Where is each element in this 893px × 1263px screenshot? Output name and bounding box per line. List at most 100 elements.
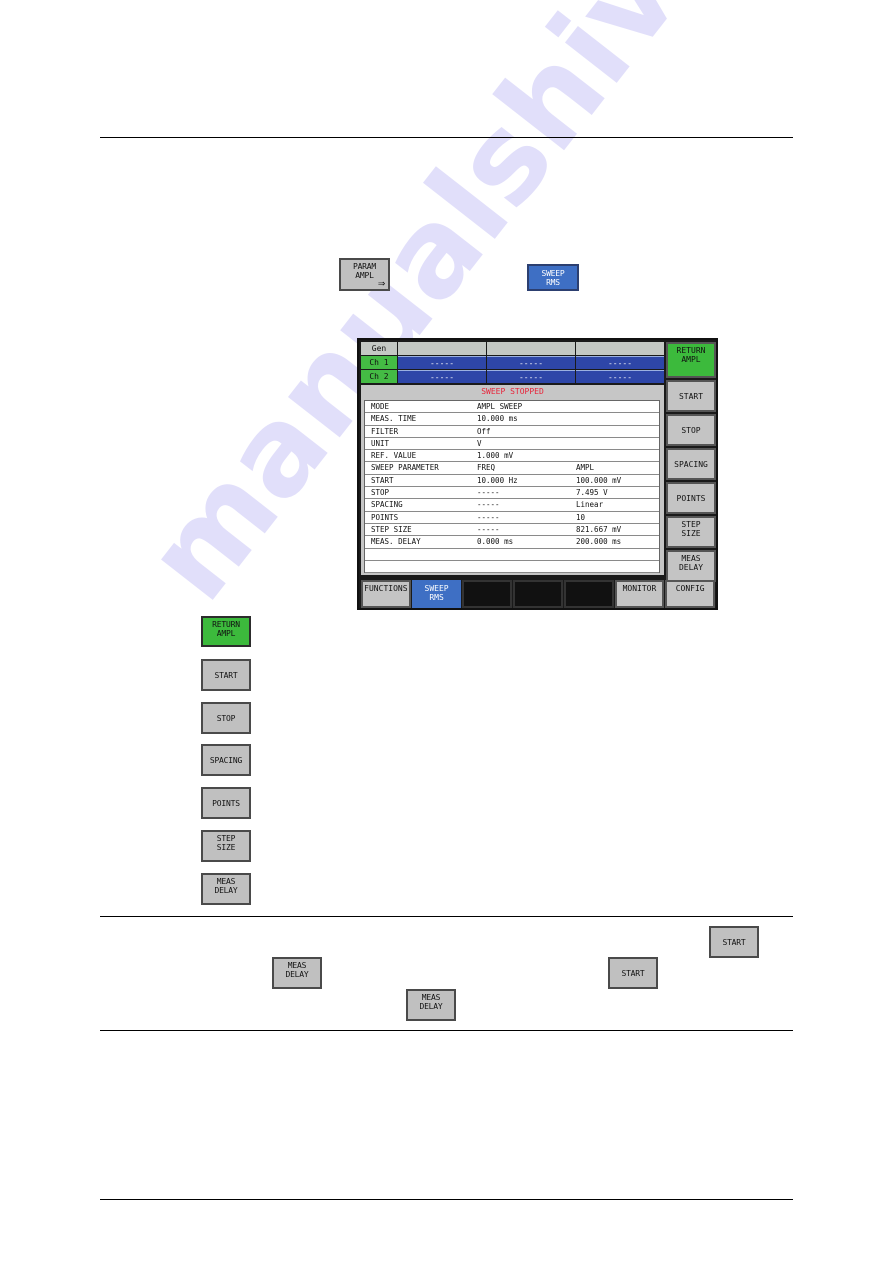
- legend-button-label: AMPL: [216, 629, 236, 638]
- note-meas-delay-label-2: DELAY: [285, 970, 309, 979]
- channel-cell: -----: [576, 356, 664, 369]
- instrument-screen: Gen Ch 1 ----- ----- ----- Ch 2 ----- --…: [357, 338, 718, 610]
- softkey-label: START: [678, 391, 704, 401]
- parameter-value-2: [576, 561, 659, 572]
- note-meas-delay-label-1: MEAS: [287, 961, 307, 970]
- parameter-name: STEP SIZE: [371, 524, 412, 534]
- bottom-softkey-sweep[interactable]: SWEEP RMS: [411, 580, 462, 608]
- parameter-value-1: FREQ: [477, 463, 496, 473]
- parameter-value-1: -----: [477, 524, 500, 534]
- parameter-value-2: 200.000 ms: [576, 537, 622, 547]
- parameter-row[interactable]: [365, 561, 659, 574]
- softkey-label: SPACING: [674, 459, 708, 469]
- side-softkey-start[interactable]: START: [666, 380, 716, 412]
- note-start-button[interactable]: START: [709, 926, 759, 958]
- parameter-row[interactable]: MEAS. TIME 10.000 ms: [365, 413, 659, 426]
- parameter-value-1: -----: [477, 512, 500, 522]
- note-meas-delay-button[interactable]: MEAS DELAY: [272, 957, 322, 989]
- parameter-name: UNIT: [371, 438, 390, 448]
- param-ampl-button[interactable]: PARAM AMPL ⇒: [339, 258, 390, 291]
- sweep-rms-button[interactable]: SWEEP RMS: [527, 264, 579, 291]
- parameter-value-2: 10: [576, 512, 586, 522]
- parameter-name: SPACING: [371, 500, 403, 510]
- legend-button-label: POINTS: [212, 798, 240, 808]
- parameter-name: START: [371, 475, 394, 485]
- legend-button-label: RETURN: [212, 620, 240, 629]
- side-softkey-step-size[interactable]: STEP SIZE: [666, 516, 716, 548]
- softkey-label: MEAS: [681, 554, 701, 563]
- parameter-value-2: Linear: [576, 500, 604, 510]
- side-softkey-return-ampl[interactable]: RETURN AMPL: [666, 342, 716, 378]
- parameter-row[interactable]: FILTER Off: [365, 426, 659, 438]
- softkey-label: SIZE: [681, 529, 701, 538]
- channel-label: Ch 1: [361, 356, 397, 369]
- parameter-row[interactable]: [365, 549, 659, 561]
- parameter-name: POINTS: [371, 512, 399, 522]
- channel-cell: -----: [576, 370, 664, 383]
- parameter-row[interactable]: START 10.000 Hz 100.000 mV: [365, 475, 659, 488]
- channel-cell: -----: [398, 356, 486, 369]
- parameter-name: SWEEP PARAMETER: [371, 463, 439, 473]
- note-start-button-2[interactable]: START: [608, 957, 658, 989]
- softkey-label: RMS: [429, 593, 444, 602]
- parameter-value-1: 1.000 mV: [477, 451, 514, 461]
- param-ampl-label-2: AMPL: [355, 271, 374, 280]
- parameter-row[interactable]: SWEEP PARAMETER FREQ AMPL: [365, 462, 659, 475]
- bottom-softkey-empty[interactable]: [462, 580, 513, 608]
- gen-header-cell: [398, 342, 486, 355]
- softkey-label: RETURN: [676, 346, 706, 355]
- parameter-name: [365, 549, 477, 560]
- legend-spacing-button[interactable]: SPACING: [201, 744, 251, 776]
- top-rule: [100, 137, 793, 138]
- legend-button-label: STEP: [216, 834, 236, 843]
- parameter-value-2: [576, 426, 659, 437]
- parameter-row[interactable]: SPACING ----- Linear: [365, 499, 659, 512]
- legend-step-size-button[interactable]: STEP SIZE: [201, 830, 251, 862]
- legend-stop-button[interactable]: STOP: [201, 702, 251, 734]
- parameter-row[interactable]: MEAS. DELAY 0.000 ms 200.000 ms: [365, 536, 659, 549]
- parameter-row[interactable]: UNIT V: [365, 438, 659, 451]
- channel-cell: -----: [398, 370, 486, 383]
- generator-grid: Gen Ch 1 ----- ----- ----- Ch 2 ----- --…: [361, 342, 664, 384]
- parameter-row[interactable]: STOP ----- 7.495 V: [365, 487, 659, 500]
- note-meas-delay-button-2[interactable]: MEAS DELAY: [406, 989, 456, 1021]
- parameter-row[interactable]: REF. VALUE 1.000 mV: [365, 450, 659, 463]
- sweep-panel: SWEEP STOPPED MODE AMPL SWEEP MEAS. TIME 10…: [361, 385, 664, 575]
- legend-button-label: DELAY: [214, 886, 238, 895]
- parameter-value-1: AMPL SWEEP: [477, 402, 523, 411]
- bottom-softkey-empty[interactable]: [513, 580, 563, 608]
- parameter-value-2: [576, 549, 659, 560]
- side-softkey-spacing[interactable]: SPACING: [666, 448, 716, 480]
- legend-meas-delay-button[interactable]: MEAS DELAY: [201, 873, 251, 905]
- parameter-value-1: V: [477, 438, 482, 448]
- side-softkey-stop[interactable]: STOP: [666, 414, 716, 446]
- parameter-value-2: [576, 450, 659, 461]
- parameter-row[interactable]: POINTS ----- 10: [365, 512, 659, 524]
- legend-return-ampl-button[interactable]: RETURN AMPL: [201, 616, 251, 647]
- channel-row-1: Ch 1 ----- ----- -----: [361, 356, 664, 369]
- parameter-table: MODE AMPL SWEEP MEAS. TIME 10.000 ms FILTER O…: [364, 400, 660, 574]
- bottom-softkey-empty[interactable]: [563, 580, 614, 608]
- legend-start-button[interactable]: START: [201, 659, 251, 691]
- legend-points-button[interactable]: POINTS: [201, 787, 251, 819]
- gen-header-cell: [487, 342, 575, 355]
- parameter-value-1: -----: [477, 500, 500, 510]
- legend-button-label: SIZE: [216, 843, 236, 852]
- gen-header-cell: [576, 342, 664, 355]
- side-softkey-meas-delay[interactable]: MEAS DELAY: [666, 550, 716, 582]
- footer-rule: [100, 1199, 793, 1200]
- parameter-name: MEAS. TIME: [371, 414, 417, 424]
- gen-label: Gen: [361, 342, 397, 355]
- bottom-softkey-monitor[interactable]: MONITOR: [614, 580, 665, 608]
- parameter-name: [365, 561, 477, 572]
- side-softkey-points[interactable]: POINTS: [666, 482, 716, 514]
- bottom-softkey-config[interactable]: CONFIG: [665, 580, 716, 608]
- bottom-softkey-functions[interactable]: FUNCTIONS: [361, 580, 411, 608]
- parameter-value-2: 100.000 mV: [576, 475, 622, 485]
- note-start-label: START: [722, 937, 746, 947]
- gen-header-row: Gen: [361, 342, 664, 355]
- parameter-row[interactable]: MODE AMPL SWEEP: [365, 401, 659, 414]
- note-meas-delay-label-4: DELAY: [419, 1002, 443, 1011]
- parameter-row[interactable]: STEP SIZE ----- 821.667 mV: [365, 524, 659, 537]
- parameter-value-1: 10.000 ms: [477, 414, 518, 424]
